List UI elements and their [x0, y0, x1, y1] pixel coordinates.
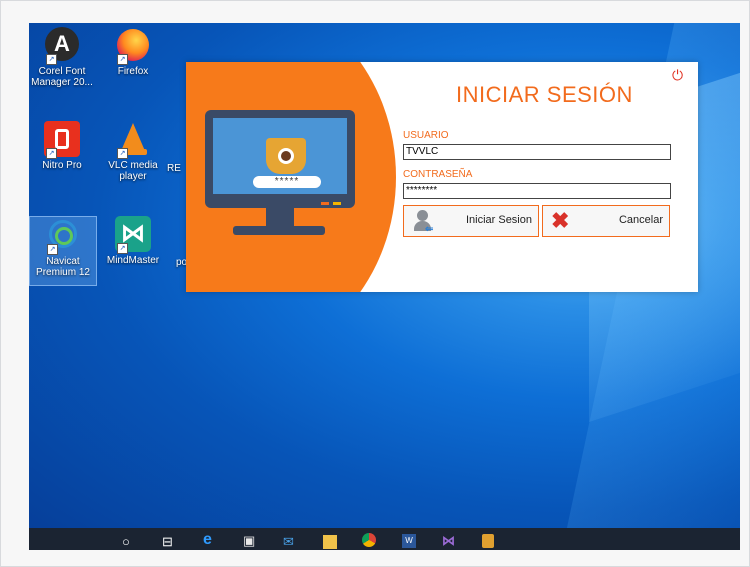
login-dialog: ***** INICIAR SESIÓN ⏻ USUARIO TVVLC CON…: [186, 62, 698, 292]
login-button[interactable]: ⇐ Iniciar Sesion: [403, 205, 539, 237]
user-badge-icon: [266, 138, 306, 174]
username-label: USUARIO: [403, 130, 449, 141]
monitor-led: [321, 202, 329, 205]
monitor-illustration: *****: [205, 110, 355, 208]
monitor-password-box: *****: [253, 176, 321, 188]
desktop-icon-nitro-pro[interactable]: ↗ Nitro Pro: [29, 121, 95, 171]
cancel-x-icon: ✖: [551, 208, 570, 233]
monitor-stand: [266, 208, 294, 226]
desktop-icon-label: Corel Font Manager 20...: [31, 66, 93, 88]
word-icon[interactable]: W: [402, 534, 416, 548]
shortcut-arrow-icon: ↗: [47, 244, 58, 255]
shortcut-arrow-icon: ↗: [117, 243, 128, 254]
corel-font-manager-icon: A ↗: [44, 27, 80, 65]
monitor-base: [233, 226, 325, 235]
desktop-icon-label: MindMaster: [106, 255, 160, 266]
cancel-button[interactable]: ✖ Cancelar: [542, 205, 670, 237]
chrome-icon[interactable]: [362, 533, 376, 547]
file-explorer-icon[interactable]: [323, 535, 337, 549]
user-login-icon: ⇐: [412, 210, 436, 235]
desktop-icon-navicat[interactable]: ↗ Navicat Premium 12: [29, 216, 97, 286]
vlc-icon: ↗: [115, 121, 151, 159]
search-icon[interactable]: ○: [122, 535, 130, 549]
mail-icon[interactable]: ✉: [283, 535, 294, 549]
monitor-led: [333, 202, 341, 205]
desktop-icon-firefox[interactable]: ↗ Firefox: [100, 27, 166, 77]
task-view-icon[interactable]: ⊟: [162, 535, 173, 549]
desktop-icon-mindmaster[interactable]: ⋈ ↗ MindMaster: [100, 216, 166, 266]
password-input[interactable]: ********: [403, 183, 671, 199]
shortcut-arrow-icon: ↗: [46, 148, 57, 159]
desktop-icon-label: Nitro Pro: [42, 160, 82, 171]
desktop-icon-partial-label: RE: [167, 163, 181, 174]
app-icon[interactable]: [482, 534, 494, 548]
dialog-title: INICIAR SESIÓN: [456, 82, 633, 107]
desktop-icon-corel-font-manager[interactable]: A ↗ Corel Font Manager 20...: [29, 27, 95, 88]
nitro-pro-icon: ↗: [44, 121, 80, 159]
power-close-icon[interactable]: ⏻: [672, 67, 683, 84]
username-input[interactable]: TVVLC: [403, 144, 671, 160]
desktop-icon-label: Firefox: [117, 66, 149, 77]
store-icon[interactable]: ▣: [243, 534, 255, 548]
shortcut-arrow-icon: ↗: [46, 54, 57, 65]
firefox-icon: ↗: [115, 27, 151, 65]
visual-studio-icon[interactable]: ⋈: [442, 534, 455, 548]
desktop-icon-label: VLC media player: [108, 160, 158, 182]
cancel-button-label: Cancelar: [618, 214, 663, 226]
desktop-icon-label: Navicat Premium 12: [36, 256, 90, 278]
edge-icon[interactable]: e: [203, 532, 212, 548]
shortcut-arrow-icon: ↗: [117, 54, 128, 65]
login-button-label: Iniciar Sesion: [465, 214, 532, 226]
shortcut-arrow-icon: ↗: [117, 148, 128, 159]
password-label: CONTRASEÑA: [403, 169, 473, 180]
desktop-icon-vlc[interactable]: ↗ VLC media player: [100, 121, 166, 182]
mindmaster-icon: ⋈ ↗: [115, 216, 151, 254]
taskbar: [29, 528, 740, 550]
monitor-screen: *****: [213, 118, 347, 194]
navicat-icon: ↗: [45, 217, 81, 255]
